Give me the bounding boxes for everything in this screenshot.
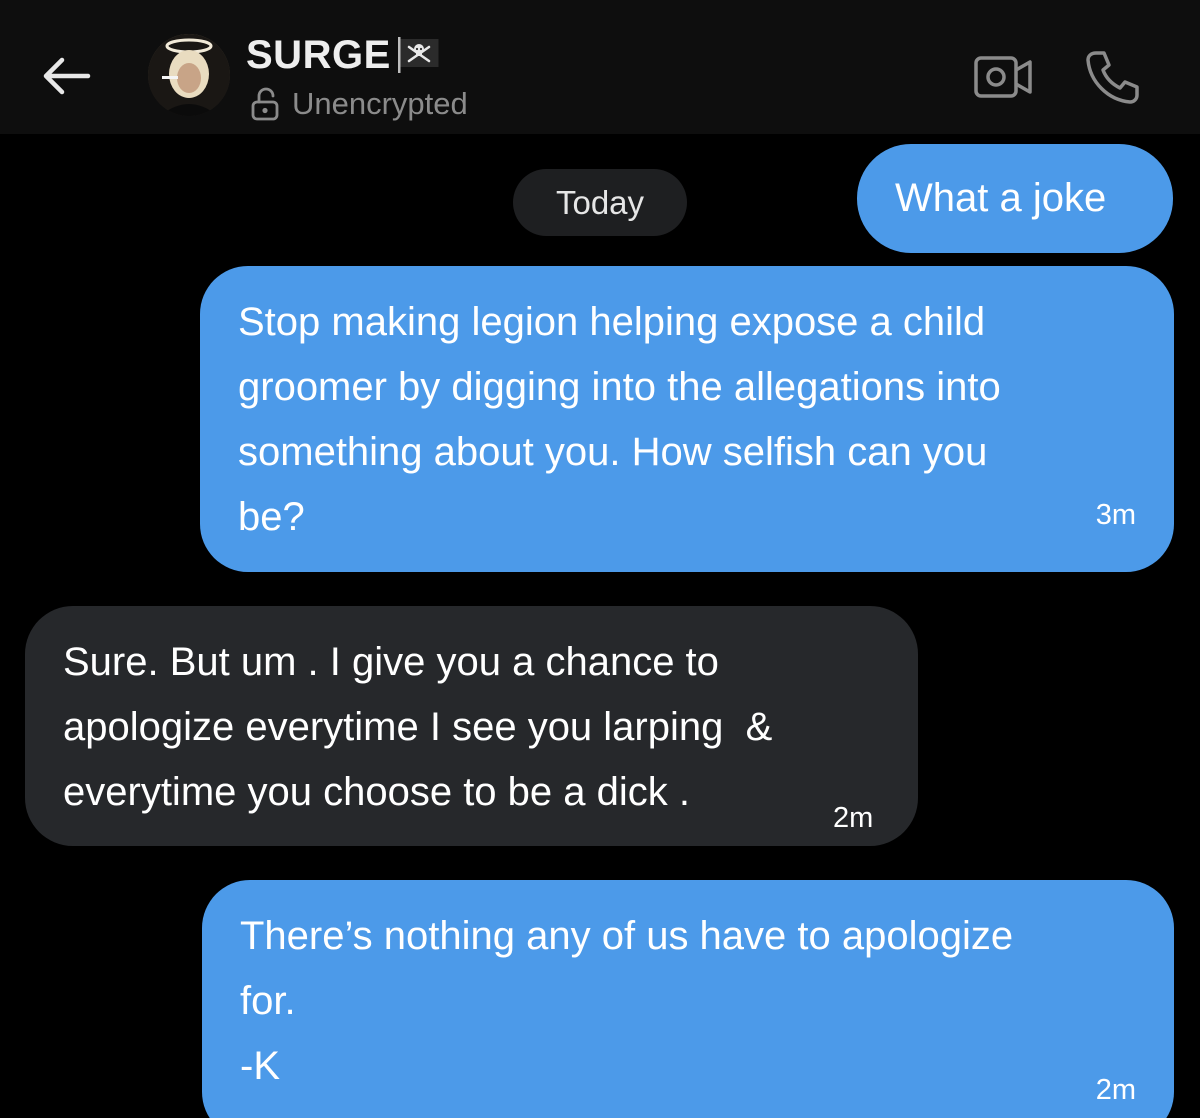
message-text: Sure. But um . I give you a chance to — [63, 640, 719, 684]
dm-conversation-screen: SURGE Unencrypted Today What a joke Stop… — [0, 0, 1200, 1118]
encryption-status: Unencrypted — [292, 86, 468, 121]
message-text: There’s nothing any of us have to apolog… — [240, 914, 1014, 958]
message-bubble-outgoing[interactable]: There’s nothing any of us have to apolog… — [202, 880, 1174, 1118]
contact-name[interactable]: SURGE — [246, 33, 391, 78]
message-bubble-incoming[interactable]: Sure. But um . I give you a chance to ap… — [25, 606, 918, 846]
back-button[interactable] — [34, 50, 96, 102]
message-text: everytime you choose to be a dick . — [63, 770, 690, 814]
message-bubble-outgoing[interactable]: Stop making legion helping expose a chil… — [200, 266, 1174, 572]
message-timestamp: 3m — [1095, 499, 1136, 531]
encryption-status-row: Unencrypted — [250, 82, 468, 126]
contact-name-row: SURGE — [246, 32, 441, 78]
message-text: groomer by digging into the allegations … — [238, 365, 1001, 409]
message-text: something about you. How selfish can you — [238, 430, 988, 474]
conversation-header: SURGE Unencrypted — [0, 0, 1200, 134]
message-timestamp: 2m — [1095, 1074, 1136, 1106]
avatar-image — [148, 34, 230, 116]
message-text: -K — [240, 1044, 280, 1088]
message-text: What a joke — [895, 176, 1107, 220]
phone-icon — [1086, 51, 1139, 104]
voice-call-button[interactable] — [1082, 48, 1142, 106]
unlock-icon — [251, 87, 279, 121]
date-separator: Today — [513, 169, 687, 236]
message-text: for. — [240, 979, 296, 1023]
message-text: Stop making legion helping expose a chil… — [238, 300, 986, 344]
message-timestamp: 2m — [833, 802, 874, 834]
pirate-flag-icon — [397, 37, 439, 73]
video-call-button[interactable] — [972, 52, 1036, 102]
message-text: apologize everytime I see you larping & — [63, 705, 773, 749]
message-text: be? — [238, 495, 305, 539]
video-camera-icon — [974, 56, 1032, 98]
avatar[interactable] — [148, 34, 230, 116]
message-bubble-outgoing[interactable]: What a joke — [857, 144, 1173, 253]
arrow-left-icon — [43, 57, 91, 95]
